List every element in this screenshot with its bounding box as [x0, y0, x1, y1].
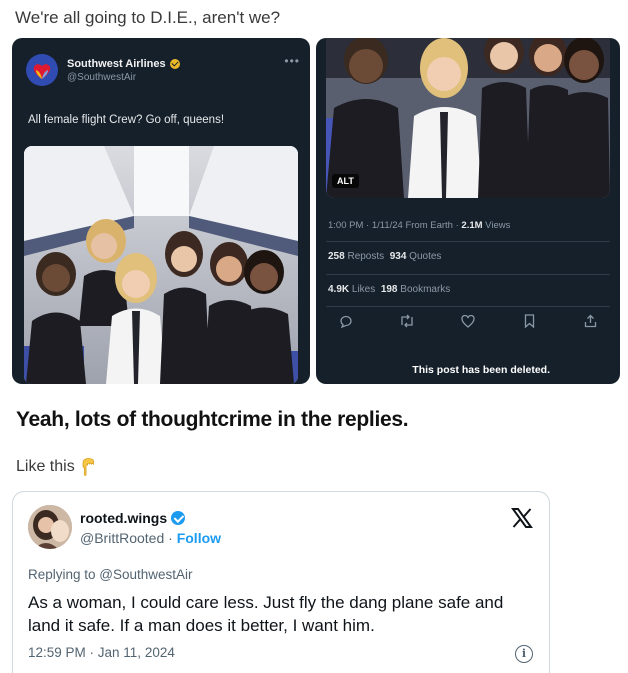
reply-handle[interactable]: @BrittRooted [80, 530, 164, 546]
likes-label[interactable]: Likes [349, 284, 375, 295]
x-logo-icon[interactable] [511, 507, 533, 529]
reply-display-name[interactable]: rooted.wings [80, 510, 167, 526]
divider [326, 274, 610, 275]
tweet-timestamp: 1:00 PM · 1/11/24 From Earth · [328, 220, 462, 231]
deleted-notice: This post has been deleted. [412, 364, 550, 376]
account-name[interactable]: Southwest Airlines [67, 58, 166, 70]
southwest-tweet-card[interactable]: Southwest Airlines @SouthwestAir ••• All… [12, 38, 310, 384]
likes-count[interactable]: 4.9K [328, 284, 349, 295]
like-bookmark-stats[interactable]: 4.9K Likes 198 Bookmarks [328, 284, 450, 295]
alt-badge[interactable]: ALT [332, 174, 359, 188]
bookmarks-count[interactable]: 198 [381, 284, 398, 295]
tweet-header: Southwest Airlines @SouthwestAir [26, 54, 180, 86]
divider [326, 241, 610, 242]
quotes-label[interactable]: Quotes [406, 251, 441, 262]
reposts-label[interactable]: Reposts [345, 251, 384, 262]
bookmarks-label[interactable]: Bookmarks [398, 284, 450, 295]
divider [326, 306, 610, 307]
like-icon[interactable] [460, 314, 476, 331]
more-dots-icon[interactable]: ••• [284, 54, 300, 68]
tweet-text: All female flight Crew? Go off, queens! [28, 114, 225, 126]
southwest-heart-icon[interactable] [26, 54, 58, 86]
replying-to[interactable]: Replying to @SouthwestAir [28, 567, 193, 582]
action-bar [338, 314, 598, 331]
views-label: Views [482, 220, 511, 231]
pointing-down-emoji-icon [81, 458, 95, 476]
tweet-detail-card[interactable]: ALT 1:00 PM · 1/11/24 From Earth · 2.1M … [316, 38, 620, 384]
views-count: 2.1M [461, 220, 483, 231]
repost-quote-stats[interactable]: 258 Reposts 934 Quotes [328, 251, 441, 262]
reply-handle-row: @BrittRooted · Follow [80, 530, 221, 546]
reply-body: As a woman, I could care less. Just fly … [28, 593, 504, 635]
reply-icon[interactable] [338, 314, 354, 331]
crew-photo-closeup[interactable] [326, 38, 610, 198]
avatar[interactable] [28, 505, 72, 549]
caption-middle: Yeah, lots of thoughtcrime in the replie… [16, 408, 409, 431]
repost-icon[interactable] [399, 314, 415, 331]
like-this-line: Like this [16, 458, 95, 476]
tweet-meta: 1:00 PM · 1/11/24 From Earth · 2.1M View… [328, 220, 510, 231]
handle-separator: · [164, 530, 177, 546]
caption-like-this: Like this [16, 458, 75, 475]
bookmark-icon[interactable] [521, 314, 537, 331]
verified-gold-icon [169, 58, 180, 69]
info-icon[interactable]: i [515, 645, 533, 663]
follow-button[interactable]: Follow [177, 530, 221, 546]
account-handle[interactable]: @SouthwestAir [67, 72, 180, 83]
caption-top: We're all going to D.I.E., aren't we? [15, 8, 281, 27]
crew-photo[interactable] [24, 146, 298, 384]
quotes-count[interactable]: 934 [390, 251, 407, 262]
reposts-count[interactable]: 258 [328, 251, 345, 262]
verified-blue-icon [171, 511, 186, 525]
reply-tweet-embed[interactable]: rooted.wings @BrittRooted · Follow Reply… [12, 491, 550, 673]
reply-timestamp[interactable]: 12:59 PM · Jan 11, 2024 [28, 645, 175, 660]
share-icon[interactable] [582, 314, 598, 331]
